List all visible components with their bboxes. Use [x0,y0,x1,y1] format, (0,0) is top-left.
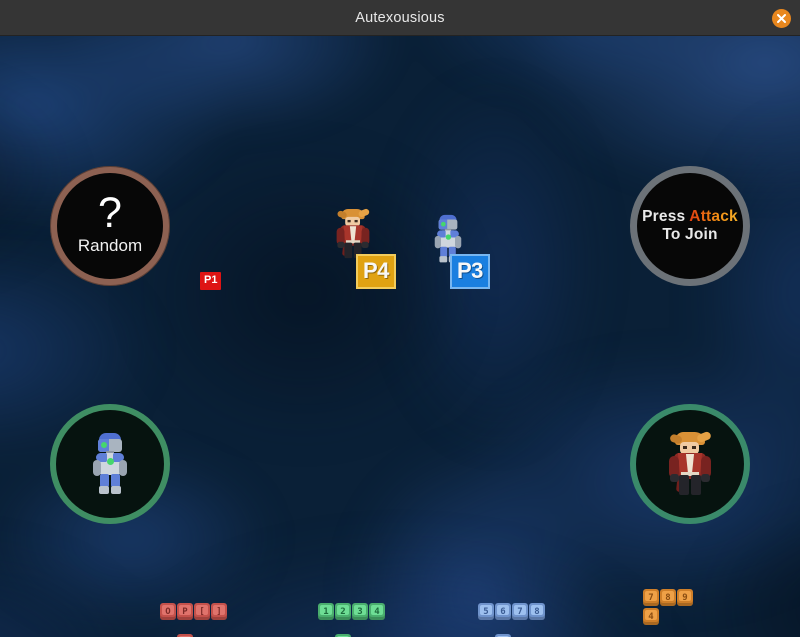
key-7[interactable]: 7 [512,603,528,620]
key-hints-p1: O P [ ] ▲ ◀ ▼ ▶ [160,603,227,637]
key-row-actions: 1 2 3 4 [318,603,385,620]
key-numpad-7[interactable]: 7 [643,589,659,606]
slot-inner: ? Random [57,173,163,279]
key-6[interactable]: 6 [495,603,511,620]
key-p[interactable]: P [177,603,193,620]
key-3[interactable]: 3 [352,603,368,620]
window-title: Autexousious [355,9,445,26]
slot-inner [56,410,164,518]
robot-character-sprite [90,433,130,495]
key-row-actions: 5 6 7 8 [478,603,545,620]
player-tag-p1: P1 [200,272,222,290]
question-mark-icon: ? [98,189,122,238]
join-prompt-line-1: Press Attack [642,208,738,226]
key-row-actions-second: 4 [643,608,693,625]
key-1[interactable]: 1 [318,603,334,620]
title-bar: Autexousious [0,0,800,36]
key-hints-p4: 7 8 9 4 5 1 2 3 [643,589,693,637]
key-4[interactable]: 4 [369,603,385,620]
key-5[interactable]: 5 [478,603,494,620]
hero-character-sprite [667,430,713,496]
key-8[interactable]: 8 [529,603,545,620]
key-bracket-left[interactable]: [ [194,603,210,620]
key-numpad-9[interactable]: 9 [677,589,693,606]
slot-random-label: Random [77,235,143,255]
join-prompt-accent: Attack [689,208,738,225]
key-numpad-4[interactable]: 4 [643,608,659,625]
nebula-shadow-layer [0,36,800,637]
key-2[interactable]: 2 [335,603,351,620]
slot-preview-left[interactable] [50,404,170,524]
slot-inner: Press Attack To Join [637,173,743,279]
game-window: Autexousious ? Random Press Attack To Jo… [0,0,800,637]
stage-character-p4[interactable]: P4 [330,202,396,289]
key-bracket-right[interactable]: ] [211,603,227,620]
key-numpad-8[interactable]: 8 [660,589,676,606]
player-tag-p4: P4 [356,254,396,289]
stage-character-p3[interactable]: P3 [428,208,490,289]
join-prompt-line-2: To Join [662,226,718,243]
key-o[interactable]: O [160,603,176,620]
hero-character-sprite [335,208,371,259]
close-icon[interactable] [772,9,791,28]
key-hints-p2: 1 2 3 4 W A S D [318,603,385,637]
join-prompt-prefix: Press [642,208,690,225]
key-row-actions: 7 8 9 [643,589,693,606]
player-tag-p3: P3 [450,254,490,289]
key-hints-p3: 5 6 7 8 Y G H J [478,603,545,637]
slot-inner [636,410,744,518]
key-row-actions: O P [ ] [160,603,227,620]
slot-random[interactable]: ? Random [50,166,170,286]
slot-join-prompt[interactable]: Press Attack To Join [630,166,750,286]
slot-preview-right[interactable] [630,404,750,524]
game-canvas: ? Random Press Attack To Join P1 P4 P3 O… [0,36,800,637]
